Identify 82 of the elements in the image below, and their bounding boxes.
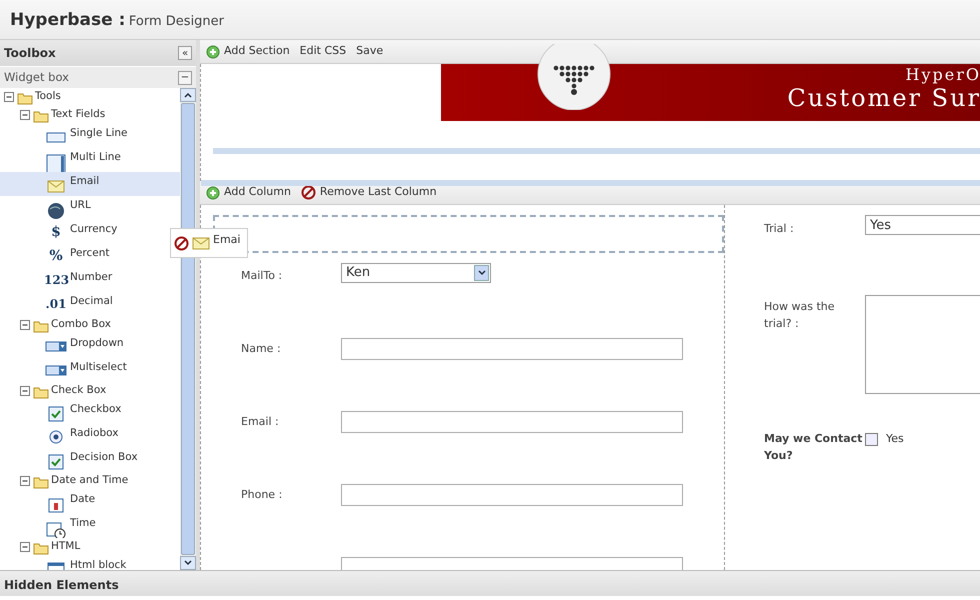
text-area[interactable] bbox=[865, 295, 980, 394]
globe-icon bbox=[46, 202, 66, 220]
tree-folder[interactable]: Check Box bbox=[51, 383, 106, 399]
calendar-icon bbox=[48, 496, 64, 513]
collapse-icon[interactable] bbox=[4, 92, 15, 102]
field-label: May we Contact You? bbox=[763, 431, 864, 464]
app-title: Hyperbase : bbox=[10, 10, 126, 30]
symbol-icon: % bbox=[44, 247, 68, 265]
resize-handle[interactable] bbox=[213, 148, 980, 154]
checkbox-label: Yes bbox=[886, 431, 904, 447]
tree-item[interactable]: Time bbox=[0, 514, 180, 538]
text-field-icon bbox=[46, 130, 66, 144]
collapse-button[interactable]: « bbox=[178, 46, 192, 60]
dropdown-icon bbox=[45, 364, 67, 376]
tree-folder[interactable]: HTML bbox=[51, 539, 80, 555]
prohibited-icon bbox=[174, 236, 189, 250]
toolbar-link[interactable]: Add Section bbox=[206, 43, 290, 60]
toolbar-link[interactable]: Remove Last Column bbox=[300, 184, 437, 201]
checkbox[interactable] bbox=[865, 432, 878, 446]
tree-item[interactable]: Radiobox bbox=[0, 424, 180, 448]
select-field[interactable]: Ken bbox=[341, 263, 491, 283]
banner-title: Customer Sur bbox=[786, 86, 980, 110]
add-icon bbox=[206, 186, 220, 200]
field-label: Trial : bbox=[763, 221, 795, 237]
chevron-down-icon bbox=[478, 270, 486, 276]
minimize-button[interactable]: − bbox=[178, 70, 192, 84]
tree-item[interactable]: Checkbox bbox=[0, 400, 180, 424]
drag-label: Emai bbox=[213, 232, 240, 248]
envelope-icon bbox=[47, 178, 65, 194]
field-label: How was the trial? : bbox=[763, 299, 836, 332]
field-label: Name : bbox=[240, 341, 282, 357]
banner-company: HyperO bbox=[904, 64, 980, 86]
symbol-icon: 123 bbox=[44, 271, 68, 289]
dropdown-button[interactable] bbox=[474, 265, 489, 281]
tree-item[interactable]: Date bbox=[0, 490, 180, 514]
chevron-down-icon bbox=[184, 560, 192, 566]
calendar-clock-icon bbox=[46, 520, 66, 538]
symbol-icon: .01 bbox=[44, 295, 68, 313]
tree-item[interactable]: Decision Box bbox=[0, 448, 180, 472]
field-label: MailTo : bbox=[240, 268, 284, 284]
checkbox-icon bbox=[48, 454, 64, 470]
tree-folder[interactable]: Text Fields bbox=[51, 107, 106, 123]
scroll-up-button[interactable] bbox=[180, 88, 196, 102]
section-title: Widget box bbox=[4, 68, 69, 86]
text-input[interactable] bbox=[341, 338, 683, 360]
text-input[interactable] bbox=[341, 411, 683, 433]
text-input[interactable] bbox=[341, 484, 683, 506]
add-icon bbox=[206, 44, 220, 58]
tree-folder[interactable]: Combo Box bbox=[51, 317, 111, 333]
page-title: Form Designer bbox=[128, 14, 224, 29]
tree-item[interactable]: URL bbox=[0, 196, 180, 220]
tree-item[interactable]: Dropdown bbox=[0, 334, 180, 358]
collapse-icon[interactable] bbox=[20, 542, 31, 552]
dropdown-icon bbox=[45, 340, 67, 352]
collapse-icon[interactable] bbox=[20, 320, 31, 330]
toolbar-link[interactable]: Edit CSS bbox=[300, 43, 346, 60]
collapse-icon[interactable] bbox=[20, 476, 31, 486]
collapse-icon[interactable] bbox=[20, 386, 31, 396]
chevron-up-icon bbox=[184, 92, 192, 98]
panel-title: Hidden Elements bbox=[0, 570, 980, 596]
tree-folder[interactable]: Tools bbox=[35, 89, 61, 105]
symbol-icon: $ bbox=[44, 223, 68, 241]
tree-item[interactable]: Email bbox=[0, 172, 180, 196]
tree-folder[interactable]: Date and Time bbox=[51, 473, 128, 489]
checkbox-icon bbox=[48, 406, 64, 422]
toolbar-link[interactable]: Add Column bbox=[206, 184, 291, 201]
tree-item[interactable]: Single Line bbox=[0, 124, 180, 148]
panel-title: Toolbox bbox=[4, 45, 56, 62]
scrollbar-thumb[interactable] bbox=[181, 103, 195, 555]
tree-item[interactable]: Multiselect bbox=[0, 358, 180, 382]
envelope-icon bbox=[192, 235, 210, 251]
radio-icon bbox=[49, 430, 63, 444]
scroll-down-button[interactable] bbox=[180, 556, 196, 570]
field-label: Phone : bbox=[240, 487, 284, 503]
collapse-icon[interactable] bbox=[20, 110, 31, 120]
tree-item[interactable]: .01 Decimal bbox=[0, 292, 180, 316]
text-area-icon bbox=[46, 154, 66, 172]
toolbar-link[interactable]: Save bbox=[356, 43, 384, 60]
prohibited-icon bbox=[300, 185, 316, 200]
select-field[interactable]: Yes bbox=[865, 215, 980, 235]
field-label: Email : bbox=[240, 414, 280, 430]
resize-handle[interactable] bbox=[201, 180, 980, 186]
